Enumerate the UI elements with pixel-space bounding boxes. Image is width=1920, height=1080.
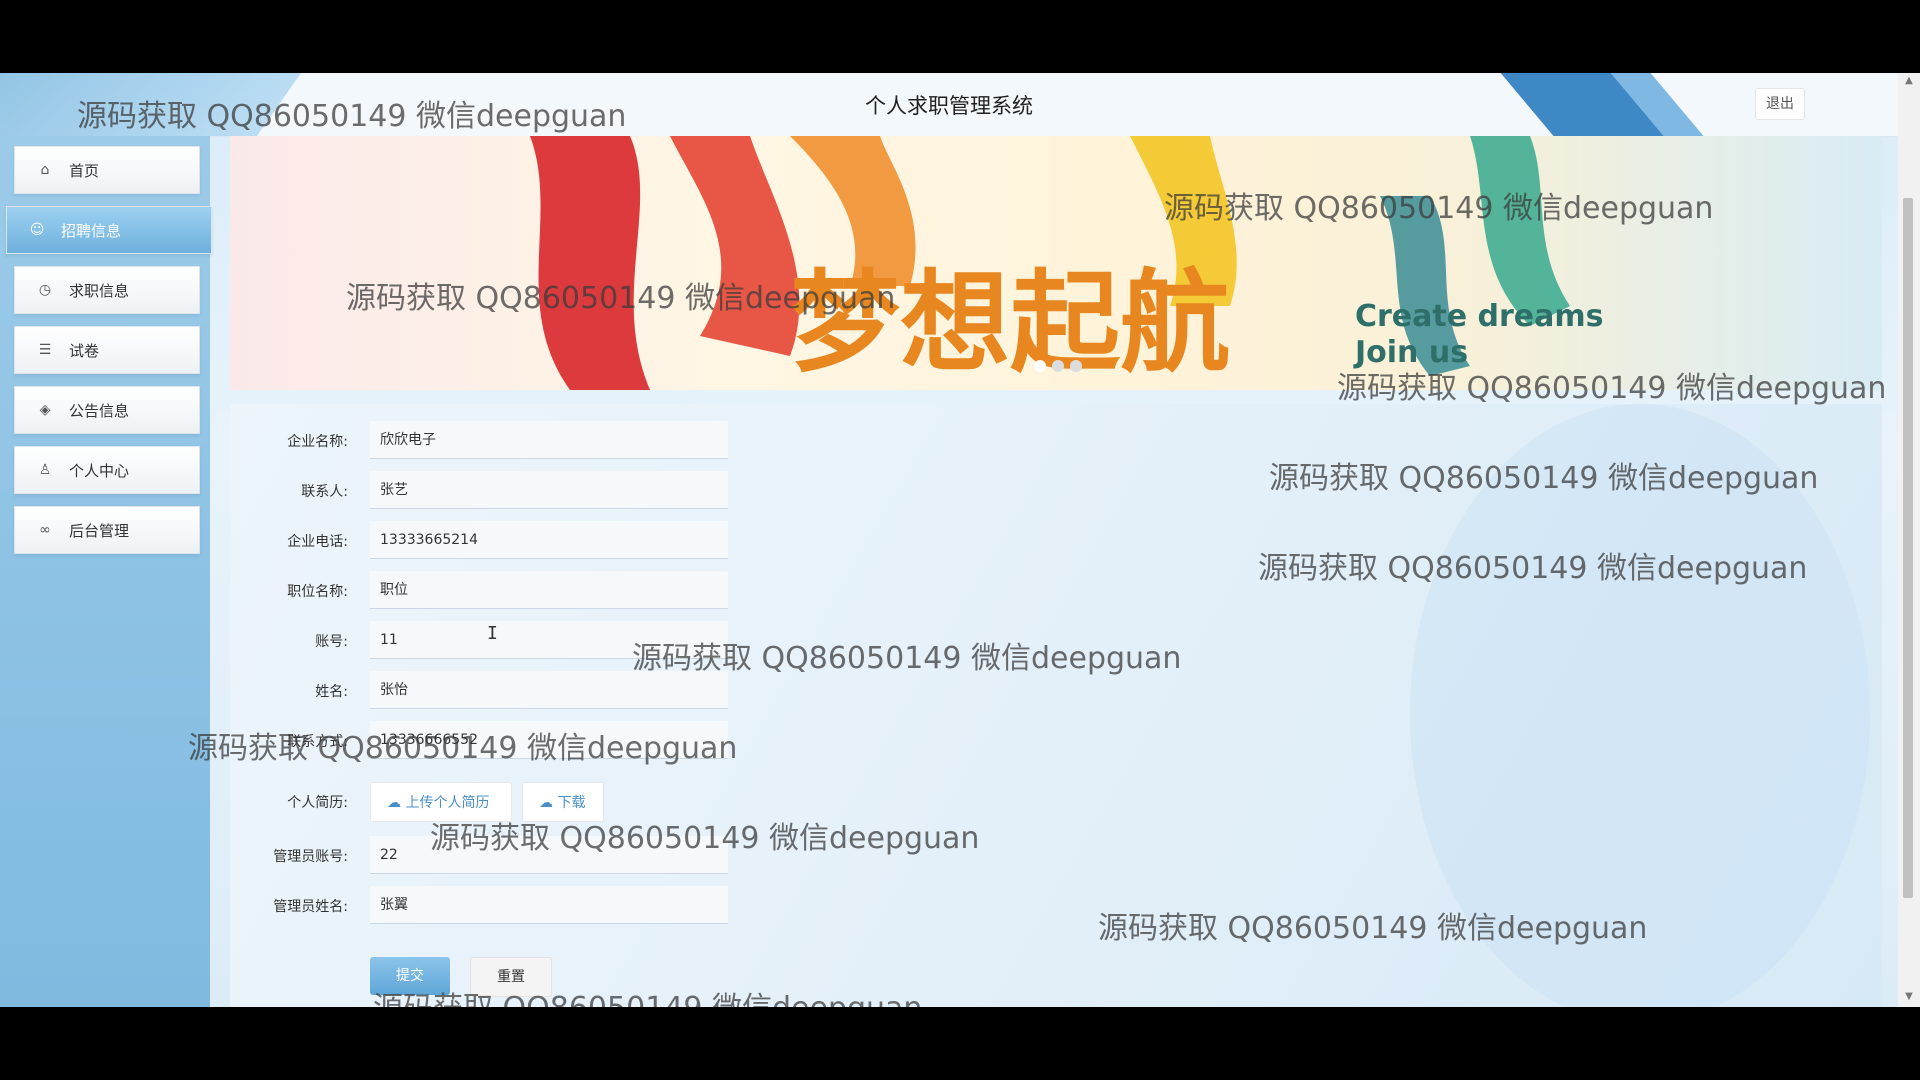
form-row-contact-person: 联系人: 张艺 [230,471,730,509]
form-row-admin-name: 管理员姓名: 张翼 [230,886,730,924]
form-row-admin-account: 管理员账号: 22 [230,836,730,874]
contact-info-label: 联系方式: [287,734,348,750]
reset-button[interactable]: 重置 [470,957,552,997]
layers-icon: ◈ [39,402,51,418]
user-icon: ♙ [38,462,52,478]
sidebar-item-recruitment[interactable]: ☺ 招聘信息 [6,206,212,254]
sidebar-item-exam[interactable]: ☰ 试卷 [14,326,200,374]
sidebar-item-admin[interactable]: ∞ 后台管理 [14,506,200,554]
main-content: 梦想起航 Create dreams Join us 企业名称: 欣欣电子 联系… [230,136,1882,1007]
form-row-contact-info: 联系方式: 13336666552 [230,721,730,759]
position-name-label: 职位名称: [287,584,348,600]
scroll-thumb[interactable] [1903,198,1913,898]
form-row-resume: 个人简历: ☁ 上传个人简历 ☁ 下载 [230,782,730,822]
form-row-account: 账号: 11 [230,621,730,659]
logout-button[interactable]: 退出 [1755,88,1805,120]
submit-button[interactable]: 提交 [370,957,450,995]
company-name-field[interactable]: 欣欣电子 [370,421,728,459]
contact-info-field[interactable]: 13336666552 [370,721,728,759]
admin-name-field[interactable]: 张翼 [370,886,728,924]
sidebar-item-label: 公告信息 [69,401,130,420]
sidebar-item-label: 个人中心 [69,461,130,480]
banner-carousel: 梦想起航 Create dreams Join us [230,136,1882,390]
sidebar-item-label: 招聘信息 [61,221,122,240]
sidebar-item-label: 首页 [69,161,100,180]
banner-heading: 梦想起航 [790,259,1230,387]
position-name-field[interactable]: 职位 [370,571,728,609]
cloud-download-icon: ☁ [539,795,553,811]
admin-account-label: 管理员账号: [273,849,348,865]
upload-resume-button[interactable]: ☁ 上传个人简历 [370,782,512,822]
form-row-company-phone: 企业电话: 13333665214 [230,521,730,559]
sidebar-item-label: 求职信息 [69,281,130,300]
sidebar-item-job-seeking[interactable]: ◷ 求职信息 [14,266,200,314]
download-label: 下载 [557,795,586,811]
carousel-dot-3[interactable] [1070,360,1082,372]
page-scrollbar[interactable]: ▲ ▼ [1898,73,1920,1007]
home-icon: ⌂ [40,162,50,178]
company-phone-field[interactable]: 13333665214 [370,521,728,559]
link-icon: ∞ [39,522,51,538]
scroll-up-icon[interactable]: ▲ [1903,75,1915,87]
scroll-down-icon[interactable]: ▼ [1903,991,1915,1003]
browser-viewport: 个人求职管理系统 退出 ⌂ 首页 ☺ 招聘信息 ◷ 求职信息 ☰ 试卷 ◈ 公告… [0,73,1920,1007]
app-title: 个人求职管理系统 [865,94,1033,118]
company-name-label: 企业名称: [287,434,348,450]
admin-name-label: 管理员姓名: [273,899,348,915]
form-row-company-name: 企业名称: 欣欣电子 [230,421,730,459]
sliders-icon: ☰ [38,342,52,358]
form-row-position-name: 职位名称: 职位 [230,571,730,609]
account-field[interactable]: 11 [370,621,728,659]
sidebar-item-label: 试卷 [69,341,100,360]
contact-person-field[interactable]: 张艺 [370,471,728,509]
background-decoration [1410,404,1870,1007]
company-phone-label: 企业电话: [287,534,348,550]
sidebar-item-label: 后台管理 [69,521,130,540]
clock-icon: ◷ [38,282,52,298]
admin-account-field[interactable]: 22 [370,836,728,874]
banner-artwork: 梦想起航 Create dreams Join us [530,136,1604,390]
carousel-dot-2[interactable] [1052,360,1064,372]
recruitment-form: 企业名称: 欣欣电子 联系人: 张艺 企业电话: 13333665214 职位名… [230,404,1882,1007]
name-field[interactable]: 张怡 [370,671,728,709]
palette-icon: ☺ [29,222,45,238]
banner-en-line2: Join us [1353,335,1468,370]
sidebar-item-home[interactable]: ⌂ 首页 [14,146,200,194]
contact-person-label: 联系人: [301,484,348,500]
carousel-dot-1[interactable] [1034,360,1046,372]
account-label: 账号: [315,634,348,650]
name-label: 姓名: [315,684,348,700]
text-cursor-icon: I [487,623,498,644]
sidebar-item-announcements[interactable]: ◈ 公告信息 [14,386,200,434]
top-header: 个人求职管理系统 退出 [0,73,1898,137]
upload-resume-label: 上传个人简历 [405,795,490,811]
cloud-upload-icon: ☁ [387,795,401,811]
sidebar-item-personal-center[interactable]: ♙ 个人中心 [14,446,200,494]
download-resume-button[interactable]: ☁ 下载 [522,782,604,822]
resume-label: 个人简历: [287,795,348,811]
form-row-name: 姓名: 张怡 [230,671,730,709]
sidebar: ⌂ 首页 ☺ 招聘信息 ◷ 求职信息 ☰ 试卷 ◈ 公告信息 ♙ 个人中心 ∞ … [0,136,212,1007]
banner-en-line1: Create dreams [1355,299,1604,334]
